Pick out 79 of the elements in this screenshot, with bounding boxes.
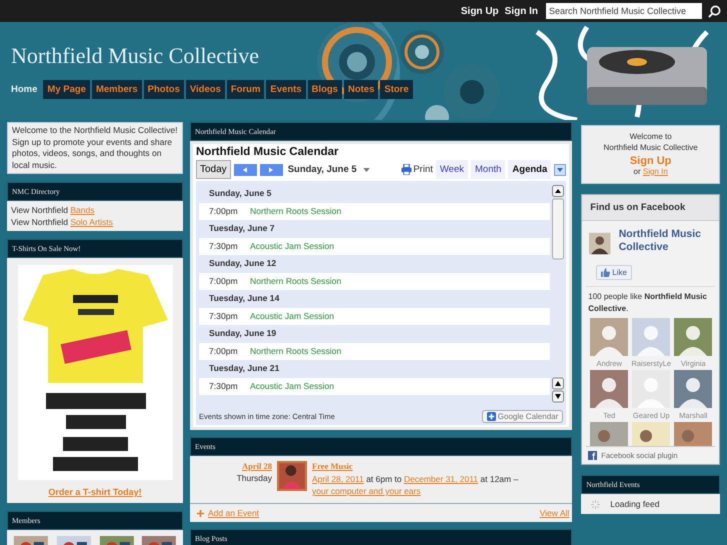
print-link[interactable]: Print <box>401 164 433 175</box>
day-heading: Tuesday, June 14 <box>208 292 280 305</box>
view-tab[interactable]: Agenda <box>508 160 552 179</box>
scrollbar-drawing[interactable] <box>552 185 564 403</box>
event-detail-text: at 6pm to <box>365 474 403 484</box>
event-link[interactable]: Northern Roots Session <box>250 346 342 356</box>
like-button[interactable]: Like <box>596 265 632 280</box>
nav-tab[interactable]: Blogs <box>308 80 342 99</box>
order-link[interactable]: Order a T-shirt Today! <box>48 487 142 497</box>
page-name-link[interactable]: Northfield Music Collective <box>618 228 712 254</box>
nav-tab[interactable]: Videos <box>186 80 225 99</box>
day-heading: Sunday, June 19 <box>208 327 278 340</box>
welcome-line: Welcome to <box>630 132 672 142</box>
event-title-link[interactable]: Free Music <box>312 461 353 471</box>
welcome-text: Welcome to the Northfield Music Collective! Sign up to promote your events and share photos, videos, songs, and thoughts on local music. <box>7 122 183 174</box>
sign-up-link[interactable]: Sign Up <box>630 156 672 166</box>
directory-link[interactable]: Bands <box>70 205 94 215</box>
event-link[interactable]: Northern Roots Session <box>250 276 342 286</box>
calendar-title: Northfield Music Calendar <box>196 146 340 158</box>
event-time: 7:30pm <box>209 381 239 392</box>
event-time: 7:00pm <box>209 346 239 356</box>
event-time: 7:30pm <box>209 311 239 322</box>
nav-tab[interactable]: Events <box>266 80 306 99</box>
event-time: 7:30pm <box>209 241 239 252</box>
day-heading: Tuesday, June 21 <box>208 362 280 375</box>
nav-tab[interactable]: Notes <box>344 80 378 99</box>
dropdown-icon[interactable] <box>554 164 566 176</box>
nav-tab[interactable]: Store <box>380 80 413 99</box>
thumbs-up-icon <box>601 268 610 277</box>
next-button[interactable] <box>260 164 283 176</box>
search-field[interactable]: Search Northfield Music Collective <box>546 3 702 19</box>
facebook-title: Find us on Facebook <box>582 195 719 221</box>
previous-button[interactable] <box>234 164 257 176</box>
top-link[interactable]: Sign In <box>504 6 538 16</box>
day-heading: Tuesday, June 7 <box>208 222 276 235</box>
event-link[interactable]: Northern Roots Session <box>250 206 342 216</box>
google-calendar-badge[interactable]: Google Calendar <box>482 410 564 423</box>
event-detail-text: at 12am – <box>479 474 518 484</box>
event-detail-link[interactable]: April 28, 2011 <box>312 474 364 484</box>
day-heading: Sunday, June 5 <box>208 187 272 200</box>
nav-tab[interactable]: Home <box>7 80 42 99</box>
event-time: 7:00pm <box>209 276 239 286</box>
event-link[interactable]: Acoustic Jam Session <box>250 381 334 392</box>
event-weekday: Thursday <box>236 473 272 483</box>
add-event-link[interactable]: Add an Event <box>197 508 260 518</box>
nav-tab[interactable]: Members <box>92 80 142 99</box>
nav-tab[interactable]: Forum <box>226 80 264 99</box>
caret-icon[interactable] <box>362 168 370 172</box>
directory-label: View Northfield <box>11 217 68 227</box>
left-arrow-icon <box>243 166 248 172</box>
plus-icon <box>197 510 204 516</box>
nav-tab[interactable]: Photos <box>144 80 184 99</box>
site-title: Northfield Music Collective <box>10 42 260 69</box>
or-label: or <box>634 166 641 176</box>
right-arrow-icon <box>269 166 274 172</box>
day-heading: Sunday, June 12 <box>208 257 278 270</box>
nav-tab[interactable]: My Page <box>43 80 90 99</box>
spinner-icon <box>591 500 600 508</box>
plus-icon <box>486 412 496 421</box>
view-tab[interactable]: Month <box>471 160 506 179</box>
directory-link[interactable]: Solo Artists <box>70 217 113 227</box>
view-all-link[interactable]: View All <box>540 508 570 518</box>
top-link[interactable]: Sign Up <box>460 6 499 16</box>
search-icon[interactable] <box>708 4 721 18</box>
feed-status: Loading feed <box>610 499 660 509</box>
today-button[interactable]: Today <box>196 160 231 179</box>
current-date: Sunday, June 5 <box>288 164 357 175</box>
printer-icon <box>401 164 412 175</box>
facebook-icon <box>588 451 598 460</box>
event-detail-link[interactable]: your computer and your ears <box>312 486 421 496</box>
event-date-link[interactable]: April 28 <box>242 461 272 471</box>
event-link[interactable]: Acoustic Jam Session <box>250 241 334 252</box>
event-link[interactable]: Acoustic Jam Session <box>250 311 334 322</box>
sign-in-link[interactable]: Sign In <box>642 166 668 176</box>
event-detail-link[interactable]: December 31, 2011 <box>404 474 478 484</box>
event-time: 7:00pm <box>209 206 239 216</box>
welcome-line: Northfield Music Collective <box>604 142 698 153</box>
view-tab[interactable]: Week <box>436 160 468 179</box>
directory-label: View Northfield <box>11 205 68 215</box>
